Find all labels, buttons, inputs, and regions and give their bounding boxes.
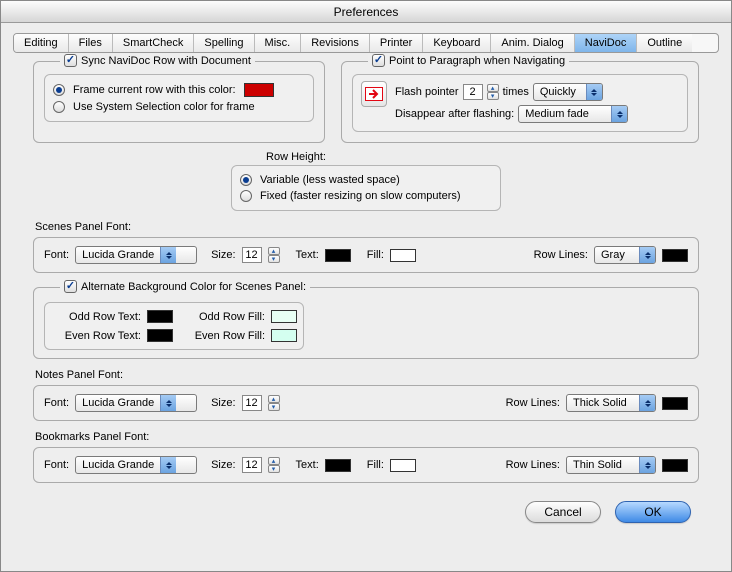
cancel-button[interactable]: Cancel: [525, 501, 601, 523]
bookmarks-size-stepper[interactable]: ▴▾: [268, 457, 280, 473]
frame-color-radio[interactable]: [53, 84, 65, 96]
bookmarks-text-swatch[interactable]: [325, 459, 351, 472]
flash-speed-combo[interactable]: Quickly: [533, 83, 603, 101]
system-color-radio[interactable]: [53, 101, 65, 113]
tab-navidoc[interactable]: NaviDoc: [575, 34, 638, 52]
notes-label: Notes Panel Font:: [35, 369, 699, 381]
flash-count-stepper[interactable]: ▴▾: [487, 84, 499, 100]
scenes-panel: Font: Lucida Grande Size: 12 ▴▾ Text: Fi…: [33, 237, 699, 273]
bookmarks-size-input[interactable]: 12: [242, 457, 262, 473]
tab-editing[interactable]: Editing: [14, 34, 69, 52]
fade-combo[interactable]: Medium fade: [518, 105, 628, 123]
tab-printer[interactable]: Printer: [370, 34, 423, 52]
tab-files[interactable]: Files: [69, 34, 113, 52]
bookmarks-font-combo[interactable]: Lucida Grande: [75, 456, 197, 474]
tab-keyboard[interactable]: Keyboard: [423, 34, 491, 52]
point-title: Point to Paragraph when Navigating: [389, 55, 565, 67]
scenes-rowlines-swatch[interactable]: [662, 249, 688, 262]
point-fieldset: Point to Paragraph when Navigating Flash…: [341, 61, 699, 143]
system-color-option[interactable]: Use System Selection color for frame: [53, 99, 305, 115]
pointer-icon-button[interactable]: [361, 81, 387, 107]
tab-smartcheck[interactable]: SmartCheck: [113, 34, 195, 52]
tab-spelling[interactable]: Spelling: [194, 34, 254, 52]
bookmarks-label: Bookmarks Panel Font:: [35, 431, 699, 443]
preferences-window: Preferences EditingFilesSmartCheckSpelli…: [0, 0, 732, 572]
scenes-text-swatch[interactable]: [325, 249, 351, 262]
scenes-fill-swatch[interactable]: [390, 249, 416, 262]
notes-rowlines-swatch[interactable]: [662, 397, 688, 410]
alt-bg-fieldset: Alternate Background Color for Scenes Pa…: [33, 287, 699, 359]
sync-checkbox[interactable]: [64, 54, 77, 67]
point-checkbox[interactable]: [372, 54, 385, 67]
row-height-fixed[interactable]: Fixed (faster resizing on slow computers…: [240, 188, 492, 204]
arrow-right-icon: [365, 87, 383, 101]
tab-revisions[interactable]: Revisions: [301, 34, 370, 52]
odd-text-swatch[interactable]: [147, 310, 173, 323]
row-height-label: Row Height:: [266, 151, 326, 163]
notes-panel: Font: Lucida Grande Size: 12 ▴▾ Row Line…: [33, 385, 699, 421]
tab-misc-[interactable]: Misc.: [255, 34, 302, 52]
scenes-size-input[interactable]: 12: [242, 247, 262, 263]
alt-bg-title: Alternate Background Color for Scenes Pa…: [81, 281, 306, 293]
tab-outline[interactable]: Outline: [637, 34, 692, 52]
bookmarks-rowlines-combo[interactable]: Thin Solid: [566, 456, 656, 474]
row-height-variable[interactable]: Variable (less wasted space): [240, 172, 492, 188]
variable-radio[interactable]: [240, 174, 252, 186]
odd-fill-swatch[interactable]: [271, 310, 297, 323]
even-text-swatch[interactable]: [147, 329, 173, 342]
notes-rowlines-combo[interactable]: Thick Solid: [566, 394, 656, 412]
scenes-rowlines-combo[interactable]: Gray: [594, 246, 656, 264]
frame-color-option[interactable]: Frame current row with this color:: [53, 81, 305, 99]
tabs-bar: EditingFilesSmartCheckSpellingMisc.Revis…: [13, 33, 719, 53]
alt-bg-checkbox[interactable]: [64, 280, 77, 293]
notes-size-input[interactable]: 12: [242, 395, 262, 411]
ok-button[interactable]: OK: [615, 501, 691, 523]
frame-color-swatch[interactable]: [244, 83, 274, 97]
bookmarks-rowlines-swatch[interactable]: [662, 459, 688, 472]
tab-anim-dialog[interactable]: Anim. Dialog: [491, 34, 574, 52]
scenes-size-stepper[interactable]: ▴▾: [268, 247, 280, 263]
scenes-font-combo[interactable]: Lucida Grande: [75, 246, 197, 264]
scenes-label: Scenes Panel Font:: [35, 221, 699, 233]
notes-size-stepper[interactable]: ▴▾: [268, 395, 280, 411]
even-fill-swatch[interactable]: [271, 329, 297, 342]
sync-title: Sync NaviDoc Row with Document: [81, 55, 251, 67]
bookmarks-panel: Font: Lucida Grande Size: 12 ▴▾ Text: Fi…: [33, 447, 699, 483]
sync-fieldset: Sync NaviDoc Row with Document Frame cur…: [33, 61, 325, 143]
fixed-radio[interactable]: [240, 190, 252, 202]
notes-font-combo[interactable]: Lucida Grande: [75, 394, 197, 412]
bookmarks-fill-swatch[interactable]: [390, 459, 416, 472]
window-title: Preferences: [1, 1, 731, 23]
flash-count-input[interactable]: 2: [463, 84, 483, 100]
